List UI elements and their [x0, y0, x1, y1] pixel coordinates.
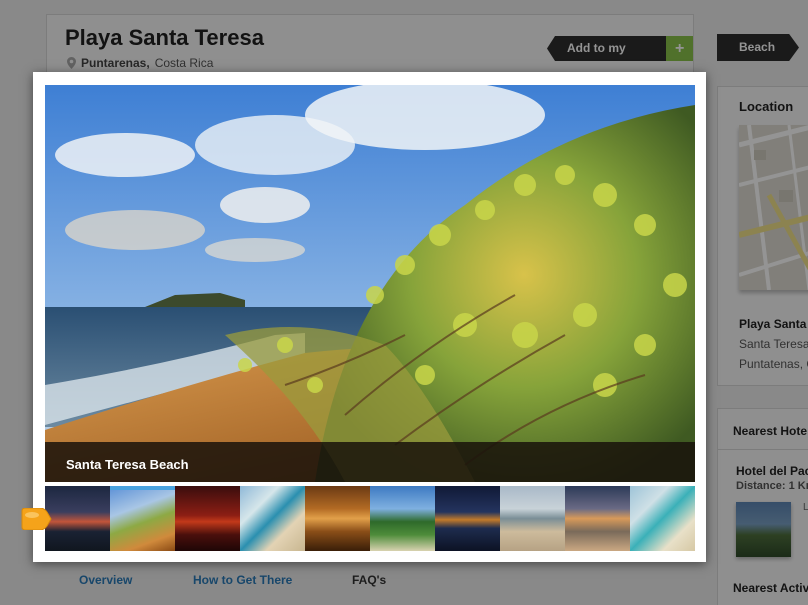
thumbnail-3[interactable] [175, 486, 240, 551]
thumbnail-8[interactable] [500, 486, 565, 551]
photo-caption: Santa Teresa Beach [66, 457, 189, 472]
thumbnail-4[interactable] [240, 486, 305, 551]
thumbnail-1[interactable] [45, 486, 110, 551]
caption-bar: Santa Teresa Beach [45, 442, 695, 482]
main-photo[interactable]: Santa Teresa Beach [45, 85, 695, 482]
photo-lightbox: Santa Teresa Beach [33, 72, 706, 562]
thumbnail-2[interactable] [110, 486, 175, 551]
thumbnail-strip [45, 486, 695, 551]
pointer-arrow-icon [20, 507, 52, 531]
thumbnail-6[interactable] [370, 486, 435, 551]
thumbnail-5[interactable] [305, 486, 370, 551]
thumbnail-10[interactable] [630, 486, 695, 551]
thumbnail-7[interactable] [435, 486, 500, 551]
thumbnail-9[interactable] [565, 486, 630, 551]
